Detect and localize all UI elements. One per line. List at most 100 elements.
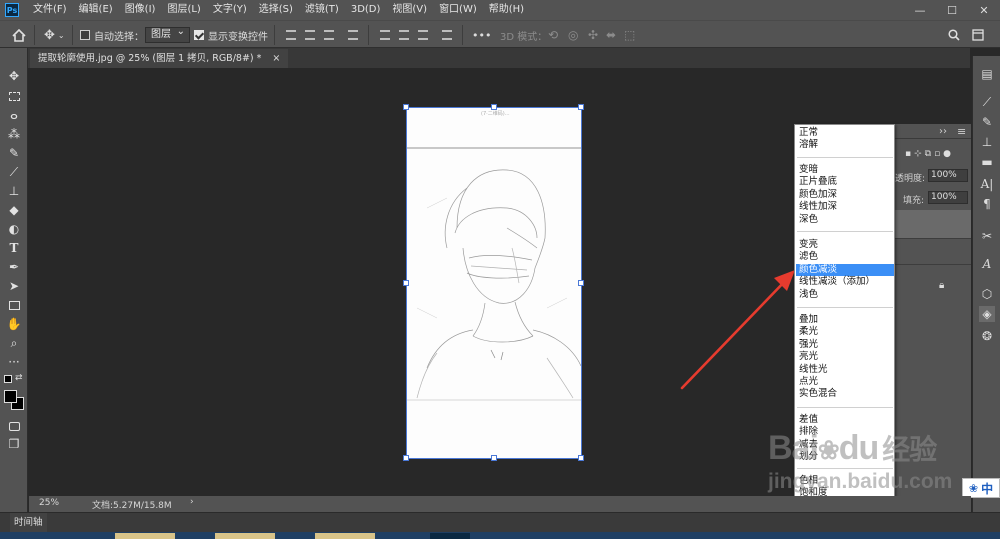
blend-normal[interactable]: 正常: [796, 127, 894, 139]
transform-handle-bc[interactable]: [491, 455, 497, 461]
clone-source-icon[interactable]: ⊥: [979, 134, 995, 150]
taskbar-app[interactable]: [115, 533, 175, 539]
pen-tool-icon[interactable]: ✒: [5, 259, 23, 275]
menu-3d[interactable]: 3D(D): [345, 0, 387, 20]
taskbar-app[interactable]: [215, 533, 275, 539]
timeline-tab[interactable]: 时间轴: [10, 513, 47, 533]
3d-slide-icon[interactable]: ⬌: [606, 27, 616, 43]
blend-screen[interactable]: 滤色: [796, 251, 894, 263]
blend-vivid-light[interactable]: 亮光: [796, 351, 894, 363]
auto-select-dropdown[interactable]: 图层: [145, 25, 190, 43]
transform-handle-tl[interactable]: [403, 104, 409, 110]
show-transform-checkbox[interactable]: [194, 30, 204, 40]
brushes-icon[interactable]: ✎: [979, 114, 995, 130]
transform-handle-tr[interactable]: [578, 104, 584, 110]
distribute-icon[interactable]: [348, 30, 358, 40]
history-brush-icon[interactable]: ◐: [5, 221, 23, 237]
marquee-tool-icon[interactable]: [5, 88, 23, 104]
glyphs-icon[interactable]: A: [979, 256, 995, 272]
blend-difference[interactable]: 差值: [796, 414, 894, 426]
blend-lighten[interactable]: 变亮: [796, 239, 894, 251]
ime-indicator[interactable]: ❀ 中: [962, 478, 1000, 498]
align-top-icon[interactable]: [380, 30, 390, 40]
foreground-color-swatch[interactable]: [4, 390, 17, 403]
menu-select[interactable]: 选择(S): [253, 0, 299, 20]
close-button[interactable]: ✕: [968, 0, 1000, 20]
blend-exclusion[interactable]: 排除: [796, 426, 894, 438]
menu-layer[interactable]: 图层(L): [161, 0, 206, 20]
maximize-button[interactable]: ☐: [936, 0, 968, 20]
menu-file[interactable]: 文件(F): [27, 0, 73, 20]
menu-window[interactable]: 窗口(W): [433, 0, 483, 20]
blend-divide[interactable]: 划分: [796, 451, 894, 463]
blend-linear-light[interactable]: 线性光: [796, 364, 894, 376]
status-info-arrow[interactable]: ›: [190, 497, 194, 507]
tools-preset-icon[interactable]: ✂: [979, 228, 995, 244]
menu-view[interactable]: 视图(V): [386, 0, 433, 20]
blend-soft-light[interactable]: 柔光: [796, 326, 894, 338]
search-icon[interactable]: [948, 27, 960, 43]
workspace-icon[interactable]: [972, 27, 984, 43]
blend-multiply[interactable]: 正片叠底: [796, 176, 894, 188]
document-tab-close[interactable]: ×: [272, 53, 280, 64]
more-options-button[interactable]: •••: [472, 27, 491, 43]
mini-color-icon[interactable]: [4, 375, 12, 383]
paragraph-icon[interactable]: ¶: [979, 196, 995, 212]
zoom-level[interactable]: 25%: [39, 498, 59, 508]
document-tab[interactable]: 提取轮廓使用.jpg @ 25% (图层 1 拷贝, RGB/8#) * ×: [30, 49, 289, 68]
hand-tool-icon[interactable]: ✋: [5, 316, 23, 332]
blend-darken[interactable]: 变暗: [796, 164, 894, 176]
blend-darker-color[interactable]: 深色: [796, 214, 894, 226]
history-icon[interactable]: ▤: [979, 66, 995, 82]
menu-image[interactable]: 图像(I): [119, 0, 162, 20]
taskbar-app[interactable]: [430, 533, 470, 539]
type-tool-icon[interactable]: T: [5, 240, 23, 256]
move-tool-icon[interactable]: ✥: [5, 68, 23, 84]
blend-hard-mix[interactable]: 实色混合: [796, 388, 894, 400]
channels-icon[interactable]: ❂: [979, 328, 995, 344]
align-bottom-icon[interactable]: [418, 30, 428, 40]
3d-scale-icon[interactable]: ⬚: [624, 27, 635, 43]
shape-tool-icon[interactable]: [5, 297, 23, 313]
3d-icon[interactable]: ⬡: [979, 286, 995, 302]
blend-hue[interactable]: 色相: [796, 475, 894, 487]
menu-edit[interactable]: 编辑(E): [73, 0, 119, 20]
eyedropper-icon[interactable]: ✎: [5, 145, 23, 161]
panel-menu-icon[interactable]: ≡: [957, 125, 966, 138]
align-right-icon[interactable]: [324, 30, 334, 40]
minimize-button[interactable]: —: [904, 0, 936, 20]
3d-roll-icon[interactable]: ◎: [568, 27, 578, 43]
stamp-tool-icon[interactable]: ⊥: [5, 183, 23, 199]
menu-help[interactable]: 帮助(H): [483, 0, 530, 20]
blend-mode-dropdown[interactable]: 正常 溶解 变暗 正片叠底 颜色加深 线性加深 深色 变亮 滤色 颜色减淡 线性…: [794, 124, 895, 526]
character-icon[interactable]: A|: [979, 176, 995, 192]
align-center-icon[interactable]: [305, 30, 315, 40]
align-middle-icon[interactable]: [399, 30, 409, 40]
blend-color-burn[interactable]: 颜色加深: [796, 189, 894, 201]
brush-settings-icon[interactable]: ⟋: [979, 94, 995, 110]
3d-pan-icon[interactable]: ✣: [588, 27, 598, 43]
transform-handle-tc[interactable]: [491, 104, 497, 110]
distribute-vertical-icon[interactable]: [442, 30, 452, 40]
swap-colors-icon[interactable]: ⇄: [15, 373, 23, 383]
menu-filter[interactable]: 滤镜(T): [299, 0, 345, 20]
transform-handle-br[interactable]: [578, 455, 584, 461]
move-tool-icon[interactable]: ✥ ⌄: [44, 27, 65, 43]
home-icon[interactable]: [12, 27, 26, 43]
path-select-icon[interactable]: ➤: [5, 278, 23, 294]
fill-field[interactable]: 100%: [928, 191, 968, 204]
blend-dissolve[interactable]: 溶解: [796, 139, 894, 151]
screen-mode-icon[interactable]: ❐: [5, 436, 23, 452]
show-transform-toggle[interactable]: 显示变换控件: [194, 27, 268, 43]
blend-pin-light[interactable]: 点光: [796, 376, 894, 388]
blend-color-dodge[interactable]: 颜色减淡: [796, 263, 894, 277]
more-tools-icon[interactable]: ···: [5, 354, 23, 370]
panel-collapse-icon[interactable]: ››: [939, 126, 947, 137]
eraser-tool-icon[interactable]: ◆: [5, 202, 23, 218]
blend-subtract[interactable]: 减去: [796, 439, 894, 451]
blend-lighter-color[interactable]: 浅色: [796, 289, 894, 301]
document-canvas[interactable]: (7·二维码)…: [403, 104, 584, 461]
lock-options-icon[interactable]: ▪⊹⧉▫●: [905, 149, 954, 159]
layer-row-selected[interactable]: [895, 210, 971, 238]
zoom-tool-icon[interactable]: ⌕: [5, 335, 23, 351]
